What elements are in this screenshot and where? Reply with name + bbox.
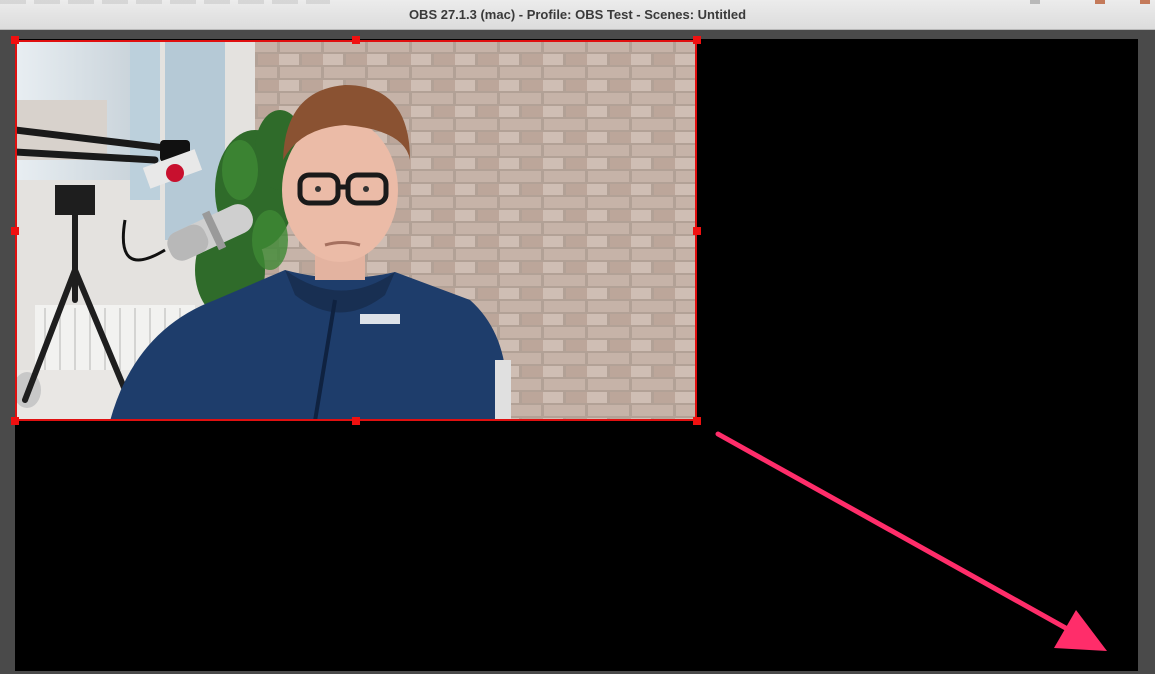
resize-handle-top[interactable] — [352, 36, 360, 44]
resize-handle-right[interactable] — [693, 227, 701, 235]
titlebar-icon-b — [1095, 0, 1105, 4]
titlebar-icon-c — [1140, 0, 1150, 4]
webcam-source[interactable] — [15, 40, 697, 421]
webcam-feed-image — [15, 40, 697, 421]
resize-handle-bottom[interactable] — [352, 417, 360, 425]
titlebar-icon-a — [1030, 0, 1040, 4]
titlebar-faded-controls — [0, 0, 330, 4]
resize-handle-bottom-right[interactable] — [693, 417, 701, 425]
resize-handle-bottom-left[interactable] — [11, 417, 19, 425]
resize-handle-top-left[interactable] — [11, 36, 19, 44]
resize-handle-top-right[interactable] — [693, 36, 701, 44]
window-title: OBS 27.1.3 (mac) - Profile: OBS Test - S… — [408, 7, 747, 22]
window-titlebar[interactable]: OBS 27.1.3 (mac) - Profile: OBS Test - S… — [0, 0, 1155, 30]
resize-handle-left[interactable] — [11, 227, 19, 235]
